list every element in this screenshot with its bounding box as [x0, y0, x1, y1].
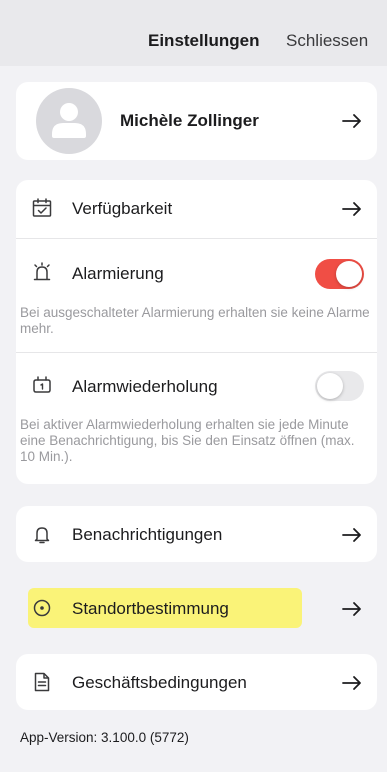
arrow-right-icon[interactable] — [341, 198, 363, 220]
document-icon — [31, 671, 53, 693]
arrow-right-icon[interactable] — [341, 110, 363, 132]
alarm-repeat-toggle[interactable] — [315, 371, 364, 401]
alarm-toggle[interactable] — [315, 259, 364, 289]
user-avatar-icon — [36, 88, 102, 154]
notifications-card[interactable]: Benachrichtigungen — [16, 506, 377, 562]
settings-card: Verfügbarkeit Alarmierung Bei ausgeschal… — [16, 180, 377, 484]
alarm-description: Bei ausgeschalteter Alarmierung erhalten… — [20, 305, 370, 336]
page-title: Einstellungen — [148, 31, 260, 50]
alarm-repeat-label: Alarmwiederholung — [72, 377, 218, 396]
toggle-knob — [336, 261, 362, 287]
calendar-check-icon — [31, 197, 53, 219]
location-label: Standortbestimmung — [72, 599, 229, 618]
terms-card[interactable]: Geschäftsbedingungen — [16, 654, 377, 710]
alarm-row: Alarmierung Bei ausgeschalteter Alarmier… — [16, 239, 377, 351]
terms-label: Geschäftsbedingungen — [72, 673, 247, 692]
profile-name: Michèle Zollinger — [120, 111, 259, 130]
location-pin-icon — [31, 597, 53, 619]
location-card[interactable]: Standortbestimmung — [16, 580, 377, 636]
calendar-repeat-icon — [31, 374, 53, 396]
toggle-knob — [317, 373, 343, 399]
alarm-repeat-description: Bei aktiver Alarmwiederholung erhalten s… — [20, 417, 355, 464]
alarm-bell-icon — [31, 261, 53, 283]
bell-icon — [31, 523, 53, 545]
profile-card[interactable]: Michèle Zollinger — [16, 82, 377, 160]
close-button[interactable]: Schliessen — [286, 31, 368, 51]
availability-label: Verfügbarkeit — [72, 199, 173, 218]
alarm-label: Alarmierung — [72, 264, 164, 283]
notifications-label: Benachrichtigungen — [72, 525, 223, 544]
arrow-right-icon[interactable] — [341, 672, 363, 694]
availability-row[interactable]: Verfügbarkeit — [16, 180, 377, 236]
alarm-repeat-row: Alarmwiederholung Bei aktiver Alarmwiede… — [16, 353, 377, 484]
app-version: App-Version: 3.100.0 (5772) — [20, 730, 189, 745]
arrow-right-icon[interactable] — [341, 598, 363, 620]
header-bar: Einstellungen Schliessen — [0, 0, 387, 66]
arrow-right-icon[interactable] — [341, 524, 363, 546]
